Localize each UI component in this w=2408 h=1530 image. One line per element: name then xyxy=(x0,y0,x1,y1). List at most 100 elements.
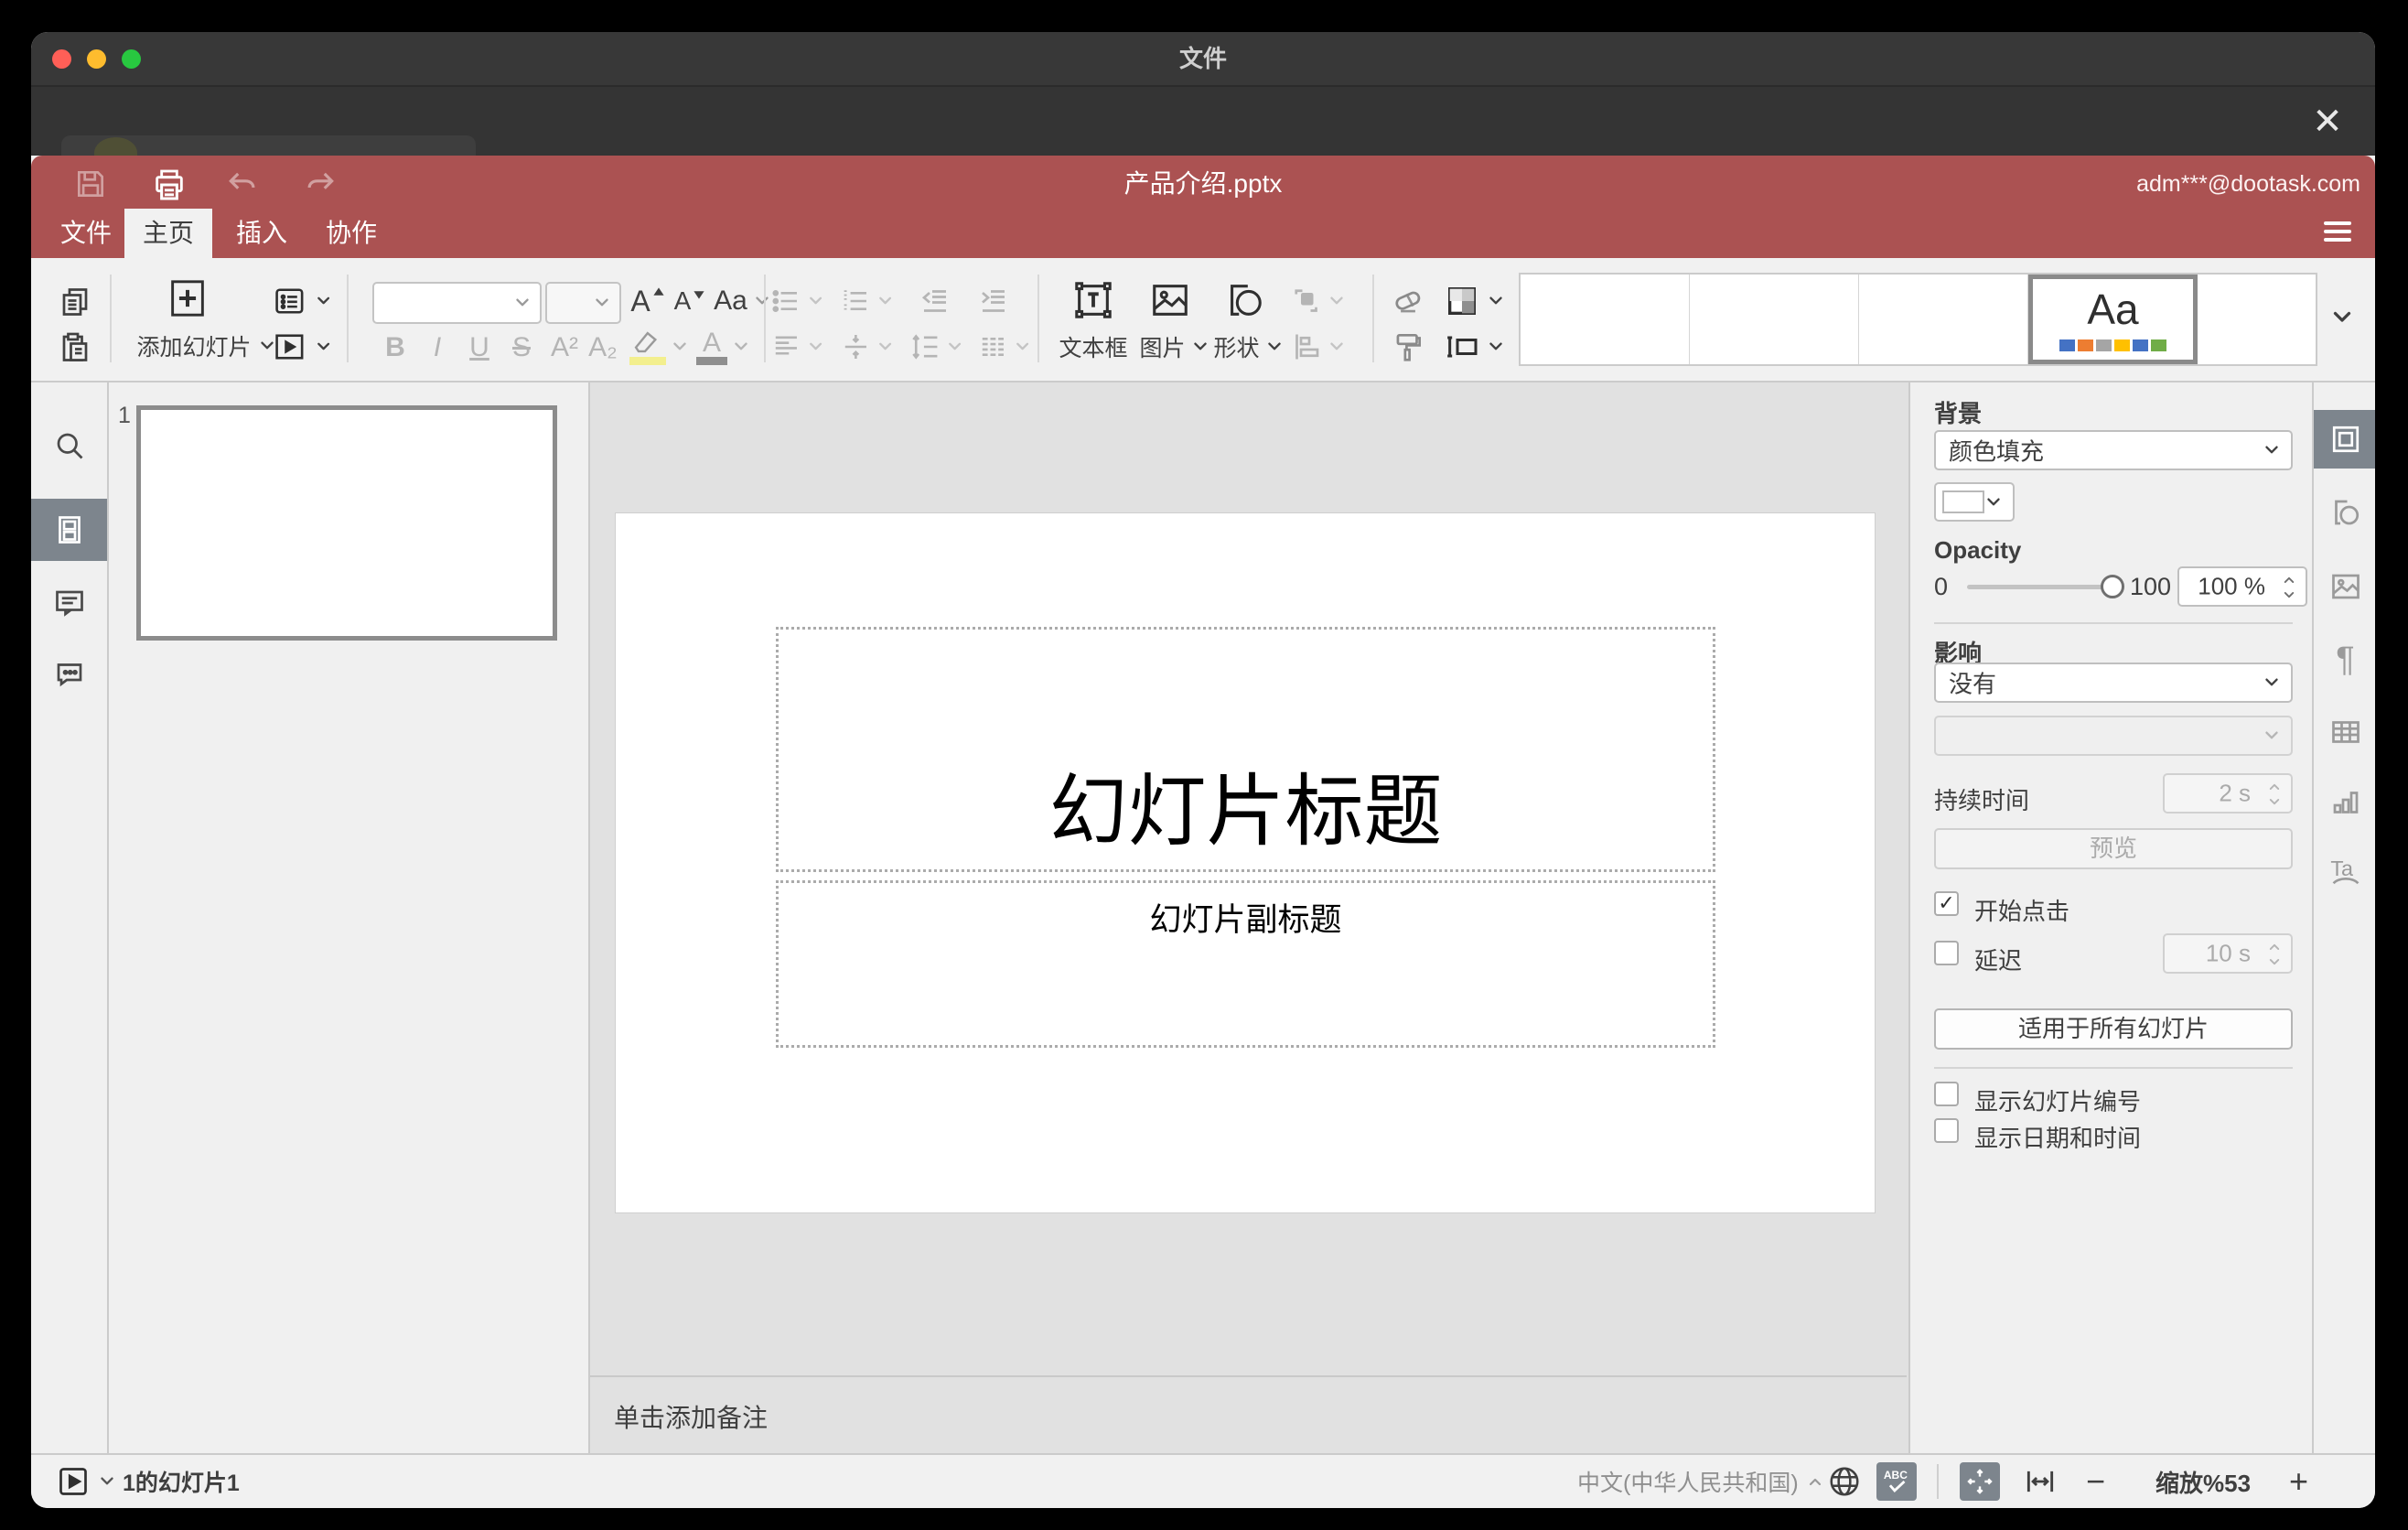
paragraph-settings-icon[interactable]: ¶ xyxy=(2314,630,2375,689)
paste-icon[interactable] xyxy=(55,328,95,368)
slide-editor[interactable]: 幻灯片标题 幻灯片副标题 xyxy=(616,513,1875,1212)
chart-settings-icon[interactable] xyxy=(2314,773,2375,832)
theme-color-swatch xyxy=(2078,339,2093,351)
shape-button[interactable]: 形状 xyxy=(1209,331,1288,362)
add-slide-icon[interactable] xyxy=(169,278,206,318)
arrange-shape-button[interactable] xyxy=(1286,282,1350,320)
change-layout-button[interactable] xyxy=(273,282,333,320)
font-name-combo[interactable] xyxy=(372,282,542,324)
clear-style-icon[interactable] xyxy=(1385,282,1431,320)
duration-input[interactable]: 2 s xyxy=(2163,773,2293,813)
zoom-in-button[interactable]: + xyxy=(2289,1455,2308,1508)
decrease-indent-button[interactable] xyxy=(915,282,955,320)
tab-file[interactable]: 文件 xyxy=(48,209,124,258)
slide-fill-button[interactable] xyxy=(1440,282,1510,320)
theme-tile-selected[interactable]: Aa xyxy=(2028,275,2198,364)
columns-button[interactable] xyxy=(977,328,1032,366)
image-settings-icon[interactable] xyxy=(2314,557,2375,616)
font-size-combo[interactable] xyxy=(545,282,621,324)
slide-size-button[interactable] xyxy=(1440,328,1510,366)
ribbon-tabs: 文件 主页 插入 协作 xyxy=(31,209,2375,258)
subtitle-placeholder[interactable]: 幻灯片副标题 xyxy=(776,880,1715,1048)
background-label: 背景 xyxy=(1934,400,1983,427)
highlight-color-button[interactable] xyxy=(628,328,692,366)
shape-settings-icon[interactable] xyxy=(2314,483,2375,542)
delay-input[interactable]: 10 s xyxy=(2163,933,2293,974)
comments-icon[interactable] xyxy=(31,572,107,634)
start-slideshow-button[interactable] xyxy=(273,328,333,366)
line-spacing-button[interactable] xyxy=(909,328,964,366)
set-language-icon[interactable] xyxy=(1827,1455,1862,1508)
subscript-button[interactable]: A₂ xyxy=(582,329,624,366)
notes-area[interactable]: 单击添加备注 xyxy=(590,1375,1907,1455)
strikethrough-button[interactable]: S xyxy=(503,329,540,366)
zoom-level[interactable]: 缩放%53 xyxy=(2155,1455,2251,1508)
slide-settings-icon[interactable] xyxy=(2314,410,2375,469)
theme-gallery-expand-button[interactable] xyxy=(2323,273,2361,362)
horizontal-align-button[interactable] xyxy=(770,328,825,366)
opacity-input[interactable]: 100 % xyxy=(2177,566,2307,607)
tab-collaboration[interactable]: 协作 xyxy=(313,209,390,258)
title-placeholder[interactable]: 幻灯片标题 xyxy=(776,627,1715,872)
zoom-out-label: − xyxy=(2086,1462,2106,1500)
tab-insert[interactable]: 插入 xyxy=(223,209,300,258)
copy-style-icon[interactable] xyxy=(1385,328,1431,366)
superscript-button[interactable]: A² xyxy=(543,329,586,366)
slides-panel-icon[interactable] xyxy=(31,499,107,561)
chat-icon[interactable] xyxy=(31,643,107,706)
italic-button[interactable]: I xyxy=(419,329,456,366)
menu-icon[interactable] xyxy=(2324,221,2351,243)
app-window: 文件 ✕ 产品介绍.pptx adm***@dootask.com 文件 主页 … xyxy=(31,32,2375,1508)
vertical-align-button[interactable] xyxy=(840,328,895,366)
opacity-slider-thumb[interactable] xyxy=(2101,575,2124,598)
search-icon[interactable] xyxy=(31,415,107,477)
align-shape-button[interactable] xyxy=(1286,328,1350,366)
add-slide-button[interactable]: 添加幻灯片 xyxy=(126,329,287,362)
spellcheck-toggle[interactable]: ABC xyxy=(1876,1462,1917,1501)
shape-icon[interactable] xyxy=(1217,278,1272,322)
redo-icon[interactable] xyxy=(303,167,339,203)
fill-color-picker[interactable] xyxy=(1934,482,2015,522)
copy-icon[interactable] xyxy=(55,282,95,322)
undo-icon[interactable] xyxy=(225,167,262,203)
bold-button[interactable]: B xyxy=(377,329,414,366)
status-bar: 1的幻灯片1 中文(中华人民共和国) ABC − 缩放%53 + xyxy=(31,1453,2375,1508)
print-icon[interactable] xyxy=(151,167,188,203)
textart-settings-icon[interactable]: Ta xyxy=(2314,842,2375,900)
effect-variant-select[interactable] xyxy=(1934,716,2293,756)
font-color-button[interactable]: A xyxy=(692,328,756,366)
opacity-slider-track[interactable] xyxy=(1967,585,2113,589)
underline-button[interactable]: U xyxy=(461,329,498,366)
fit-slide-toggle[interactable] xyxy=(1960,1462,2000,1501)
theme-tile[interactable] xyxy=(1859,275,2028,364)
fit-width-button[interactable] xyxy=(2023,1455,2058,1508)
language-selector[interactable]: 中文(中华人民共和国) xyxy=(1577,1455,1824,1508)
background-fill-select[interactable]: 颜色填充 xyxy=(1934,430,2293,470)
save-icon[interactable] xyxy=(73,167,110,203)
numbered-list-button[interactable] xyxy=(840,282,895,320)
bullet-list-button[interactable] xyxy=(770,282,825,320)
textbox-button[interactable]: 文本框 xyxy=(1049,331,1137,362)
start-slideshow-status-button[interactable] xyxy=(57,1455,117,1508)
close-icon[interactable]: ✕ xyxy=(2304,98,2351,145)
start-on-click-checkbox[interactable]: ✓ xyxy=(1934,891,1959,916)
increase-indent-button[interactable] xyxy=(973,282,1014,320)
image-icon[interactable] xyxy=(1143,278,1198,322)
theme-tile[interactable] xyxy=(2198,275,2316,364)
show-date-time-checkbox[interactable] xyxy=(1934,1118,1959,1143)
decrease-font-button[interactable]: A xyxy=(670,282,710,320)
preview-button[interactable]: 预览 xyxy=(1934,828,2293,869)
textbox-icon[interactable] xyxy=(1060,278,1126,322)
image-button[interactable]: 图片 xyxy=(1138,331,1211,362)
slide-thumbnail[interactable] xyxy=(136,405,557,641)
theme-tile[interactable] xyxy=(1521,275,1690,364)
table-settings-icon[interactable] xyxy=(2314,703,2375,761)
delay-checkbox[interactable] xyxy=(1934,941,1959,965)
increase-font-button[interactable]: A xyxy=(628,282,668,320)
tab-home[interactable]: 主页 xyxy=(124,209,212,258)
show-slide-number-checkbox[interactable] xyxy=(1934,1082,1959,1106)
zoom-out-button[interactable]: − xyxy=(2086,1455,2105,1508)
apply-to-all-button[interactable]: 适用于所有幻灯片 xyxy=(1934,1008,2293,1050)
theme-tile[interactable] xyxy=(1690,275,1859,364)
transition-effect-select[interactable]: 没有 xyxy=(1934,663,2293,703)
